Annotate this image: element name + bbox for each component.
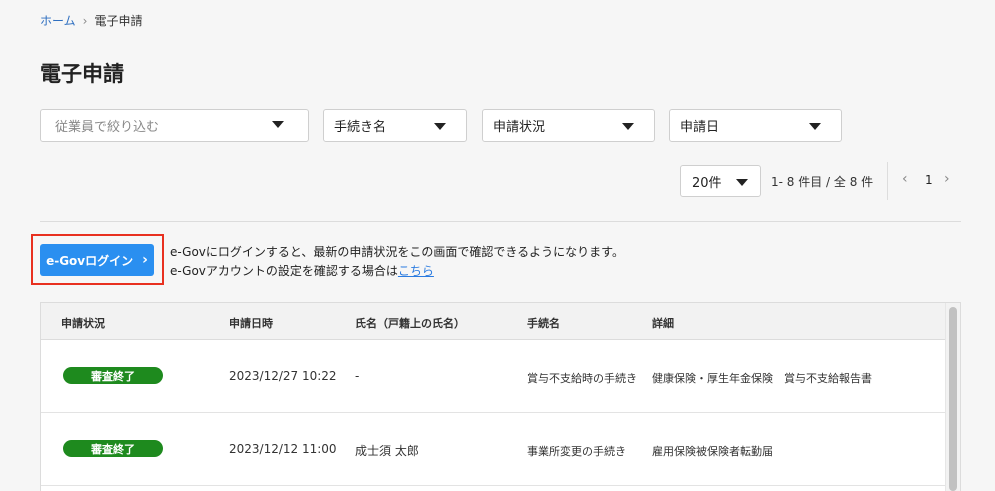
pagination-current-page[interactable]: 1: [925, 173, 933, 187]
applications-table: 申請状況 申請日時 氏名（戸籍上の氏名） 手続名 詳細 審査終了 2023/12…: [40, 302, 961, 491]
pagination-range: 1- 8 件目 / 全 8 件: [771, 175, 874, 189]
pagination-next-icon[interactable]: ›: [944, 171, 950, 187]
breadcrumb-home-link[interactable]: ホーム: [40, 12, 76, 29]
egov-login-button[interactable]: e-Govログイン ›: [40, 244, 154, 276]
procedure-filter-label: 手続き名: [334, 120, 387, 135]
row-detail: 雇用保険被保険者転勤届: [652, 445, 773, 458]
page-title: 電子申請: [40, 62, 124, 86]
divider: [887, 162, 888, 200]
egov-account-text: e-Govアカウントの設定を確認する場合は: [170, 264, 398, 278]
employee-filter-select[interactable]: 従業員で絞り込む: [40, 109, 309, 142]
table-row[interactable]: 審査終了 2023/12/12 11:00 成士須 太郎 事業所変更の手続き 雇…: [41, 413, 960, 486]
row-detail: 健康保険・厚生年金保険 賞与不支給報告書: [652, 372, 872, 385]
chevron-right-icon: ›: [142, 252, 148, 268]
row-datetime: 2023/12/27 10:22: [229, 369, 337, 383]
date-filter-label: 申請日: [680, 120, 720, 135]
status-badge: 審査終了: [63, 440, 163, 457]
chevron-right-icon: ›: [82, 13, 88, 28]
caret-down-icon: [272, 121, 284, 128]
egov-account-link[interactable]: こちら: [398, 264, 434, 278]
column-header-status: 申請状況: [61, 317, 105, 330]
row-datetime: 2023/12/12 11:00: [229, 442, 337, 456]
column-header-procedure: 手続名: [527, 317, 560, 330]
caret-down-icon: [434, 123, 446, 130]
status-filter-select[interactable]: 申請状況: [482, 109, 655, 142]
column-header-detail: 詳細: [652, 317, 674, 330]
status-filter-label: 申請状況: [493, 120, 546, 135]
caret-down-icon: [622, 123, 634, 130]
pagination-prev-icon[interactable]: ‹: [902, 171, 908, 187]
divider: [40, 221, 961, 222]
table-row[interactable]: 審査終了 2023/12/27 10:22 - 賞与不支給時の手続き 健康保険・…: [41, 340, 960, 413]
caret-down-icon: [809, 123, 821, 130]
egov-login-label: e-Govログイン: [46, 253, 134, 268]
scrollbar-thumb[interactable]: [949, 307, 957, 491]
row-name: -: [355, 369, 360, 383]
column-header-datetime: 申請日時: [229, 317, 273, 330]
row-procedure: 賞与不支給時の手続き: [527, 372, 637, 385]
employee-filter-placeholder: 従業員で絞り込む: [55, 120, 160, 135]
row-procedure: 事業所変更の手続き: [527, 445, 626, 458]
table-header: 申請状況 申請日時 氏名（戸籍上の氏名） 手続名 詳細: [41, 303, 960, 340]
egov-account-info: e-Govアカウントの設定を確認する場合はこちら: [170, 262, 434, 279]
row-name: 成士須 太郎: [355, 444, 419, 458]
breadcrumb-current: 電子申請: [94, 14, 143, 28]
per-page-value: 20件: [692, 175, 722, 191]
column-header-name: 氏名（戸籍上の氏名）: [355, 317, 465, 330]
date-filter-select[interactable]: 申請日: [669, 109, 842, 142]
per-page-select[interactable]: 20件: [680, 165, 761, 197]
status-badge: 審査終了: [63, 367, 163, 384]
breadcrumb: ホーム › 電子申請: [40, 12, 142, 29]
egov-info-text: e-Govにログインすると、最新の申請状況をこの画面で確認できるようになります。: [170, 245, 624, 259]
procedure-filter-select[interactable]: 手続き名: [323, 109, 467, 142]
caret-down-icon: [736, 179, 748, 186]
